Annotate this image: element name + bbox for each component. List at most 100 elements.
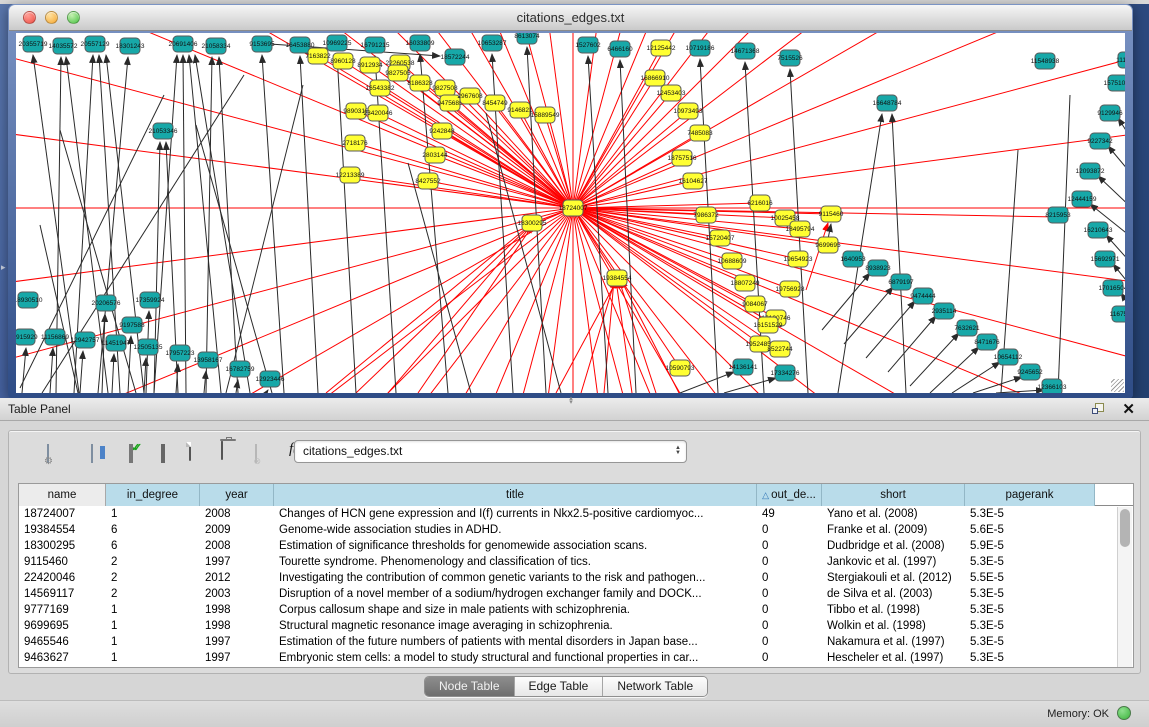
graph-node[interactable]: 12453403 [657,85,686,101]
citation-network-graph[interactable]: 2035571914035572205571291830124320691406… [16,33,1125,393]
node-table[interactable]: namein_degreeyeartitle△out_de...shortpag… [18,483,1134,668]
graph-node[interactable]: 12125442 [647,40,676,56]
graph-node[interactable]: 20557129 [81,36,110,52]
graph-node[interactable]: 9827505 [385,65,411,81]
graph-node[interactable]: 2803144 [422,147,448,163]
graph-node[interactable]: 9245652 [1017,364,1043,380]
network-window[interactable]: citations_edges.txt 20355719140355722055… [8,4,1133,398]
graph-node[interactable]: 6466160 [607,41,633,57]
graph-node[interactable]: 10590793 [666,360,695,376]
graph-node[interactable]: 12942757 [71,332,100,348]
graph-node[interactable]: 7515526 [777,50,803,66]
graph-node[interactable]: 8215953 [1045,207,1071,223]
tab-network-table[interactable]: Network Table [603,677,707,696]
delete-row-icon[interactable] [221,442,223,460]
tab-node-table[interactable]: Node Table [425,677,515,696]
column-header-in_degree[interactable]: in_degree [106,484,200,506]
graph-node[interactable]: 16782759 [226,361,255,377]
graph-node[interactable]: 9474444 [910,288,936,304]
scrollbar-thumb[interactable] [1120,509,1130,547]
graph-node[interactable]: 1640953 [840,251,866,267]
table-row[interactable]: 946554611997Estimation of the future num… [19,634,1133,650]
tab-edge-table[interactable]: Edge Table [515,677,604,696]
graph-node[interactable]: 18301243 [116,38,145,54]
graph-node[interactable]: 7485083 [687,125,713,141]
table-row[interactable]: 1938455462009Genome-wide association stu… [19,522,1133,538]
table-row[interactable]: 911546021997Tourette syndrome. Phenomeno… [19,554,1133,570]
graph-node[interactable]: 8938923 [865,260,891,276]
graph-node[interactable]: 9227342 [1087,133,1113,149]
graph-node[interactable]: 8471676 [974,334,1000,350]
graph-node[interactable]: 15751074 [1104,75,1125,91]
table-panel-titlebar[interactable]: ▴▾ Table Panel ✕ [0,398,1149,421]
memory-ok-indicator-icon[interactable] [1117,706,1131,720]
graph-node[interactable]: 9146821 [507,102,533,118]
graph-node[interactable]: 16791215 [361,37,390,53]
graph-node[interactable]: 19384554 [603,270,632,286]
graph-node[interactable]: 8613074 [514,33,540,44]
graph-node[interactable]: 2718176 [342,135,368,151]
column-visibility-icon[interactable] [91,445,93,463]
column-header-out_de[interactable]: △out_de... [757,484,822,506]
graph-node[interactable]: 8186328 [407,75,433,91]
graph-node[interactable]: 9699695 [815,237,841,253]
graph-node[interactable]: 18930510 [16,292,43,308]
graph-node[interactable]: 16033809 [406,35,435,51]
split-pane-handle[interactable]: ▴▾ [565,397,577,402]
create-table-icon[interactable] [189,443,191,461]
graph-node[interactable]: 18495794 [786,221,815,237]
graph-node[interactable]: 14035572 [49,38,78,54]
graph-node[interactable]: 7163822 [305,48,331,64]
graph-node[interactable]: 6879197 [888,274,914,290]
graph-node[interactable]: 12213389 [336,167,365,183]
graph-node[interactable]: 14671368 [731,43,760,59]
graph-node[interactable]: 19654923 [784,251,813,267]
column-header-short[interactable]: short [822,484,965,506]
graph-node[interactable]: 18807249 [731,275,760,291]
graph-node[interactable]: 9827508 [432,80,458,96]
graph-node[interactable]: 9242848 [429,123,455,139]
graph-node[interactable]: 12366103 [1038,379,1067,393]
table-settings-icon[interactable]: ⚙ [47,445,49,463]
graph-node[interactable]: 16543382 [366,80,395,96]
graph-node[interactable]: 15889549 [531,107,560,123]
graph-node[interactable]: 21058334 [202,38,231,54]
graph-node[interactable]: 11156869 [41,329,69,345]
graph-node[interactable]: 17957223 [166,345,195,361]
graph-node[interactable]: 19756928 [776,281,805,297]
graph-node[interactable]: 8427552 [415,173,441,189]
graph-node[interactable]: 10719186 [686,40,715,56]
vertical-scrollbar[interactable] [1117,507,1132,667]
graph-node[interactable]: 16648784 [873,95,902,111]
column-header-title[interactable]: title [274,484,757,506]
graph-node[interactable]: 6216016 [747,195,773,211]
graph-node[interactable]: 16104627 [679,173,708,189]
graph-node[interactable]: 8454749 [482,95,508,111]
close-panel-icon[interactable]: ✕ [1122,400,1135,418]
graph-node[interactable]: 7986372 [693,207,719,223]
graph-node[interactable]: 16866910 [641,70,670,86]
graph-node[interactable]: 2967608 [457,88,483,104]
graph-node[interactable]: 9197588 [119,317,145,333]
graph-node[interactable]: 18572244 [441,49,470,65]
graph-node[interactable]: 9129946 [1097,105,1123,121]
select-columns-icon[interactable] [129,445,133,463]
graph-node[interactable]: 12093872 [1076,163,1105,179]
column-header-name[interactable]: name [19,484,106,506]
graph-node[interactable]: 21053346 [149,123,178,139]
table-row[interactable]: 1456911722003Disruption of a novel membe… [19,586,1133,602]
table-row[interactable]: 946362711997Embryonic stem cells: a mode… [19,650,1133,666]
network-canvas[interactable]: 2035571914035572205571291830124320691406… [16,33,1125,393]
graph-node[interactable]: 12505135 [134,339,163,355]
graph-node[interactable]: 20691406 [169,36,198,52]
graph-node[interactable]: 9084067 [742,296,768,312]
panel-collapse-arrow-icon[interactable]: ▸ [1,262,6,273]
network-window-titlebar[interactable]: citations_edges.txt [9,5,1132,31]
graph-node[interactable]: 1167533 [1110,306,1125,322]
graph-node[interactable]: 11548938 [1031,53,1060,69]
graph-node[interactable]: 10654112 [994,349,1023,365]
table-row[interactable]: 1872400712008Changes of HCN gene express… [19,506,1133,522]
graph-node[interactable]: 3915929 [16,329,38,345]
graph-node[interactable]: 9153695 [249,36,275,52]
graph-node[interactable]: 12923446 [256,371,285,387]
